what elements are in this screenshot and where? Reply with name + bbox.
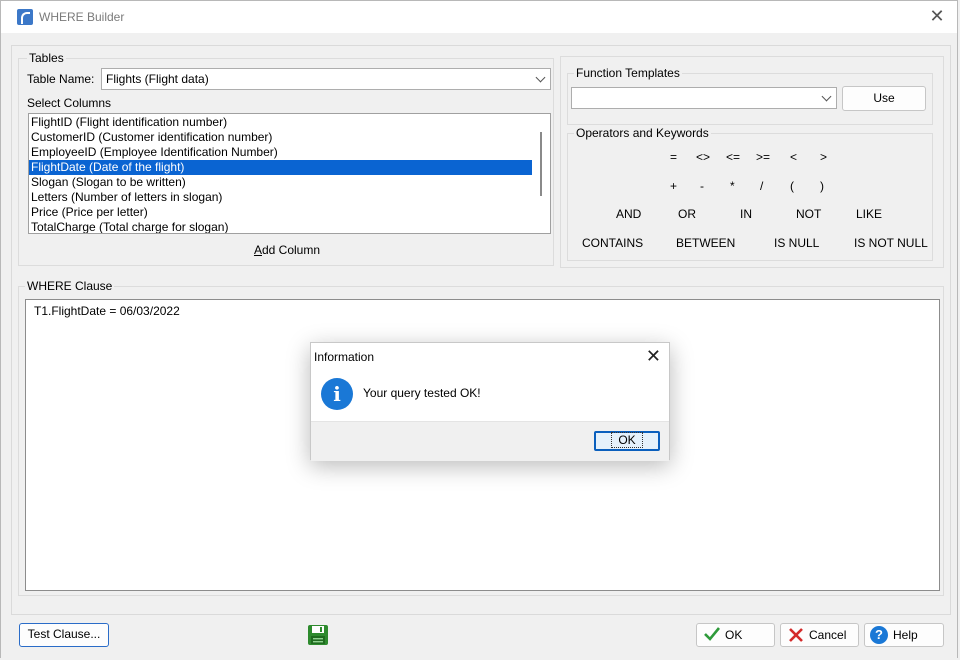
app-icon: [17, 9, 33, 25]
where-builder-window: WHERE Builder ✕ Tables Table Name: Fligh…: [0, 0, 958, 659]
op-equals[interactable]: =: [670, 150, 677, 164]
op-greater-equal[interactable]: >=: [756, 150, 770, 164]
columns-listbox[interactable]: FlightID (Flight identification number) C…: [28, 113, 551, 234]
operators-label: Operators and Keywords: [574, 126, 711, 140]
op-less[interactable]: <: [790, 150, 797, 164]
check-icon: [703, 625, 721, 643]
tables-group-label: Tables: [27, 51, 66, 65]
title-bar: WHERE Builder ✕: [1, 1, 957, 33]
op-open-paren[interactable]: (: [790, 179, 794, 193]
op-plus[interactable]: +: [670, 179, 677, 193]
column-list-item[interactable]: Price (Price per letter): [29, 205, 532, 220]
op-less-equal[interactable]: <=: [726, 150, 740, 164]
column-list-item[interactable]: Letters (Number of letters in slogan): [29, 190, 532, 205]
kw-not[interactable]: NOT: [796, 207, 821, 221]
kw-is-not-null[interactable]: IS NOT NULL: [854, 236, 928, 250]
test-clause-button[interactable]: Test Clause...: [19, 623, 109, 647]
op-greater[interactable]: >: [820, 150, 827, 164]
select-columns-label: Select Columns: [27, 96, 112, 110]
chevron-down-icon: [821, 91, 832, 102]
function-templates-label: Function Templates: [574, 66, 682, 80]
cancel-x-icon: [788, 627, 804, 643]
kw-or[interactable]: OR: [678, 207, 696, 221]
dialog-close-icon[interactable]: ✕: [646, 346, 661, 366]
op-minus[interactable]: -: [700, 179, 704, 193]
use-button[interactable]: Use: [842, 86, 926, 111]
table-name-value: Flights (Flight data): [106, 72, 209, 86]
op-multiply[interactable]: *: [730, 179, 735, 193]
ok-button[interactable]: OK: [696, 623, 775, 647]
kw-and[interactable]: AND: [616, 207, 641, 221]
op-divide[interactable]: /: [760, 179, 763, 193]
dialog-message: Your query tested OK!: [363, 386, 481, 400]
op-not-equal[interactable]: <>: [696, 150, 710, 164]
kw-contains[interactable]: CONTAINS: [582, 236, 643, 250]
save-disk-icon[interactable]: [307, 624, 329, 646]
column-list-item[interactable]: FlightID (Flight identification number): [29, 115, 532, 130]
window-title: WHERE Builder: [39, 10, 125, 24]
function-templates-group: Function Templates Use: [567, 66, 933, 125]
table-name-select[interactable]: Flights (Flight data): [101, 68, 551, 90]
column-list-item[interactable]: Slogan (Slogan to be written): [29, 175, 532, 190]
column-list-item[interactable]: EmployeeID (Employee Identification Numb…: [29, 145, 532, 160]
window-close-icon[interactable]: ✕: [929, 7, 945, 25]
right-panel: Function Templates Use Operators and Key…: [560, 56, 944, 268]
tables-group: Tables Table Name: Flights (Flight data)…: [18, 51, 555, 266]
help-button-label: Help: [893, 628, 918, 642]
main-panel: Tables Table Name: Flights (Flight data)…: [11, 45, 951, 615]
add-column-label: dd Column: [261, 243, 321, 257]
bottom-bar: Test Clause... OK Cancel ? Help: [1, 617, 957, 659]
dialog-title: Information: [314, 350, 375, 364]
dialog-ok-label: OK: [611, 432, 643, 448]
kw-between[interactable]: BETWEEN: [676, 236, 735, 250]
kw-like[interactable]: LIKE: [856, 207, 882, 221]
columns-list: FlightID (Flight identification number) C…: [29, 115, 532, 233]
op-close-paren[interactable]: ): [820, 179, 824, 193]
cancel-button[interactable]: Cancel: [780, 623, 859, 647]
information-dialog: Information ✕ i Your query tested OK! OK: [310, 342, 670, 461]
chevron-down-icon: [535, 72, 546, 83]
ok-button-label: OK: [725, 628, 743, 642]
add-column-button[interactable]: Add Column: [19, 243, 555, 257]
kw-in[interactable]: IN: [740, 207, 752, 221]
where-clause-label: WHERE Clause: [25, 279, 115, 293]
column-list-item[interactable]: CustomerID (Customer identification numb…: [29, 130, 532, 145]
listbox-scrollbar[interactable]: [540, 132, 542, 196]
where-clause-text: T1.FlightDate = 06/03/2022: [34, 304, 180, 318]
cancel-button-label: Cancel: [809, 628, 847, 642]
help-button[interactable]: ? Help: [864, 623, 944, 647]
add-column-accelerator: A: [253, 243, 262, 257]
kw-is-null[interactable]: IS NULL: [774, 236, 819, 250]
help-icon: ?: [870, 626, 888, 644]
dialog-ok-button[interactable]: OK: [594, 431, 660, 451]
dialog-footer: OK: [311, 421, 669, 461]
function-templates-select[interactable]: [571, 87, 837, 109]
table-name-label: Table Name:: [27, 72, 95, 86]
column-list-item[interactable]: FlightDate (Date of the flight): [29, 160, 532, 175]
column-list-item[interactable]: TotalCharge (Total charge for slogan): [29, 220, 532, 233]
info-icon: i: [321, 378, 353, 410]
operators-group: Operators and Keywords = <> <= >= < > + …: [567, 126, 933, 261]
